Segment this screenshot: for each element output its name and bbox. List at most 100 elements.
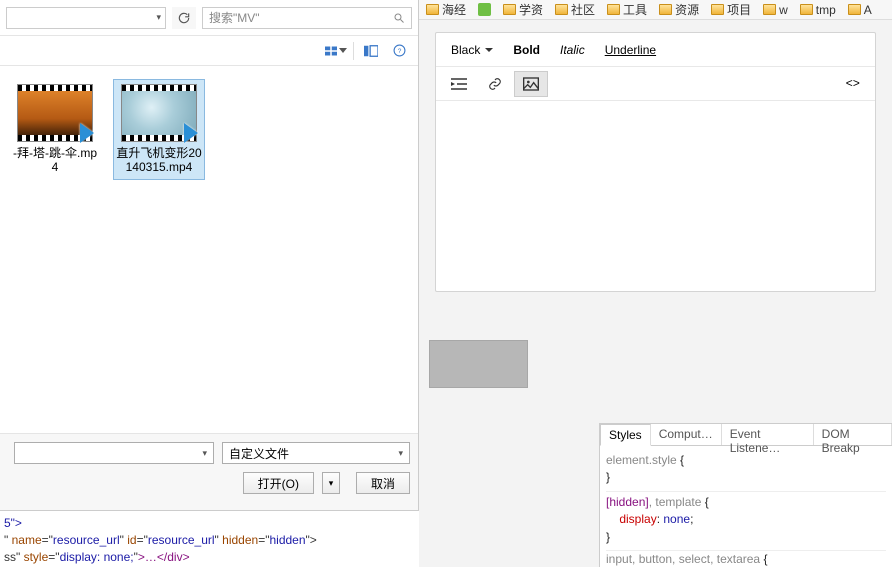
- indent-button[interactable]: [442, 71, 476, 97]
- bookmark-item[interactable]: 海经: [423, 0, 469, 19]
- open-button-label: 打开(O): [258, 475, 299, 492]
- search-placeholder: 搜索"MV": [209, 9, 260, 26]
- evernote-icon: [478, 3, 491, 16]
- browser-area: 海经 学资 社区 工具 资源 项目 w tmp A Black Bold Ita…: [419, 0, 892, 567]
- file-name: 直升飞机变形20140315.mp4: [114, 144, 204, 179]
- link-icon: [487, 77, 503, 91]
- tab-event-listeners[interactable]: Event Listene…: [722, 424, 814, 445]
- bookmark-item[interactable]: 工具: [604, 0, 650, 19]
- bookmark-item[interactable]: 资源: [656, 0, 702, 19]
- file-list: -拜-塔-跳-伞.mp4 直升飞机变形20140315.mp4: [0, 66, 418, 406]
- chevron-down-icon: ▾: [398, 448, 403, 459]
- bookmark-item[interactable]: tmp: [797, 2, 839, 18]
- bookmark-item[interactable]: w: [760, 2, 791, 18]
- css-rule: input, button, select, textarea {: [606, 551, 886, 568]
- folder-icon: [503, 4, 516, 15]
- image-icon: [523, 77, 539, 91]
- text-color-button[interactable]: Black: [442, 37, 502, 63]
- open-split-button[interactable]: ▾: [322, 472, 340, 494]
- folder-icon: [848, 4, 861, 15]
- bookmarks-bar: 海经 学资 社区 工具 资源 项目 w tmp A: [419, 0, 892, 20]
- code-view-label: <>: [846, 77, 860, 91]
- video-thumbnail: [121, 84, 197, 142]
- code-view-button[interactable]: <>: [837, 71, 869, 97]
- video-thumbnail: [17, 84, 93, 142]
- help-icon: ?: [393, 44, 406, 57]
- chevron-down-icon: ▾: [156, 12, 161, 23]
- css-rule: element.style { }: [606, 450, 886, 492]
- devtools-styles-panel: Styles Comput… Event Listene… DOM Breakp…: [599, 423, 892, 567]
- editor-canvas[interactable]: [436, 101, 875, 291]
- refresh-button[interactable]: [172, 7, 196, 29]
- folder-icon: [659, 4, 672, 15]
- dialog-addressbar: ▾ 搜索"MV": [0, 0, 418, 36]
- folder-icon: [607, 4, 620, 15]
- bookmark-label: 工具: [623, 1, 647, 18]
- bookmark-item[interactable]: 项目: [708, 0, 754, 19]
- bookmark-label: tmp: [816, 3, 836, 17]
- folder-icon: [800, 4, 813, 15]
- separator: [353, 42, 354, 60]
- editor-container: Black Bold Italic Underline <>: [419, 20, 892, 292]
- bold-label: Bold: [513, 43, 540, 57]
- italic-label: Italic: [560, 43, 585, 57]
- refresh-icon: [177, 11, 191, 25]
- image-button[interactable]: [514, 71, 548, 97]
- bookmark-label: w: [779, 3, 788, 17]
- folder-icon: [763, 4, 776, 15]
- path-combo[interactable]: ▾: [6, 7, 166, 29]
- bookmark-label: 学资: [519, 1, 543, 18]
- styles-rules[interactable]: element.style { } [hidden], template { d…: [600, 446, 892, 572]
- indent-icon: [451, 78, 467, 90]
- folder-icon: [711, 4, 724, 15]
- preview-pane-button[interactable]: [360, 41, 382, 61]
- search-input[interactable]: 搜索"MV": [202, 7, 412, 29]
- bookmark-item[interactable]: 社区: [552, 0, 598, 19]
- editor-toolbar-row-1: Black Bold Italic Underline: [436, 33, 875, 67]
- open-button[interactable]: 打开(O): [243, 472, 314, 494]
- devtools-tabs: Styles Comput… Event Listene… DOM Breakp: [600, 424, 892, 446]
- bookmark-label: A: [864, 3, 872, 17]
- thumbnails-icon: [325, 45, 337, 57]
- text-color-label: Black: [451, 43, 480, 57]
- underline-button[interactable]: Underline: [596, 37, 665, 63]
- help-button[interactable]: ?: [388, 41, 410, 61]
- play-icon: [80, 123, 94, 143]
- bookmark-label: 资源: [675, 1, 699, 18]
- dialog-view-toolbar: ?: [0, 36, 418, 66]
- dialog-footer: ▾ 自定义文件 ▾ 打开(O) ▾ 取消: [0, 433, 418, 510]
- bold-button[interactable]: Bold: [504, 37, 549, 63]
- filename-combo[interactable]: ▾: [14, 442, 214, 464]
- rich-text-editor: Black Bold Italic Underline <>: [435, 32, 876, 292]
- bookmark-item[interactable]: A: [845, 2, 875, 18]
- svg-text:?: ?: [397, 48, 401, 55]
- bookmark-label: 海经: [442, 1, 466, 18]
- file-item[interactable]: -拜-塔-跳-伞.mp4: [10, 80, 100, 179]
- css-rule: [hidden], template { display: none; }: [606, 492, 886, 551]
- bookmark-label: 项目: [727, 1, 751, 18]
- italic-button[interactable]: Italic: [551, 37, 594, 63]
- underline-label: Underline: [605, 43, 656, 57]
- bookmark-label: 社区: [571, 1, 595, 18]
- editor-toolbar-row-2: <>: [436, 67, 875, 101]
- filetype-combo[interactable]: 自定义文件 ▾: [222, 442, 410, 464]
- file-open-dialog: ▾ 搜索"MV" ? -拜-塔-跳-伞.mp4: [0, 0, 419, 510]
- preview-pane-icon: [364, 45, 378, 57]
- chevron-down-icon: ▾: [329, 478, 334, 489]
- filetype-value: 自定义文件: [229, 445, 289, 462]
- tab-dom-breakpoints[interactable]: DOM Breakp: [814, 424, 892, 445]
- tab-styles[interactable]: Styles: [600, 424, 651, 446]
- folder-icon: [426, 4, 439, 15]
- file-item[interactable]: 直升飞机变形20140315.mp4: [114, 80, 204, 179]
- cancel-button[interactable]: 取消: [356, 472, 410, 494]
- play-icon: [184, 123, 198, 143]
- bookmark-item[interactable]: [475, 2, 494, 17]
- search-icon: [393, 12, 405, 24]
- tab-computed[interactable]: Comput…: [651, 424, 722, 445]
- bookmark-item[interactable]: 学资: [500, 0, 546, 19]
- link-button[interactable]: [478, 71, 512, 97]
- upload-progress-placeholder: [429, 340, 528, 388]
- folder-icon: [555, 4, 568, 15]
- file-name: -拜-塔-跳-伞.mp4: [10, 144, 100, 179]
- view-mode-button[interactable]: [325, 41, 347, 61]
